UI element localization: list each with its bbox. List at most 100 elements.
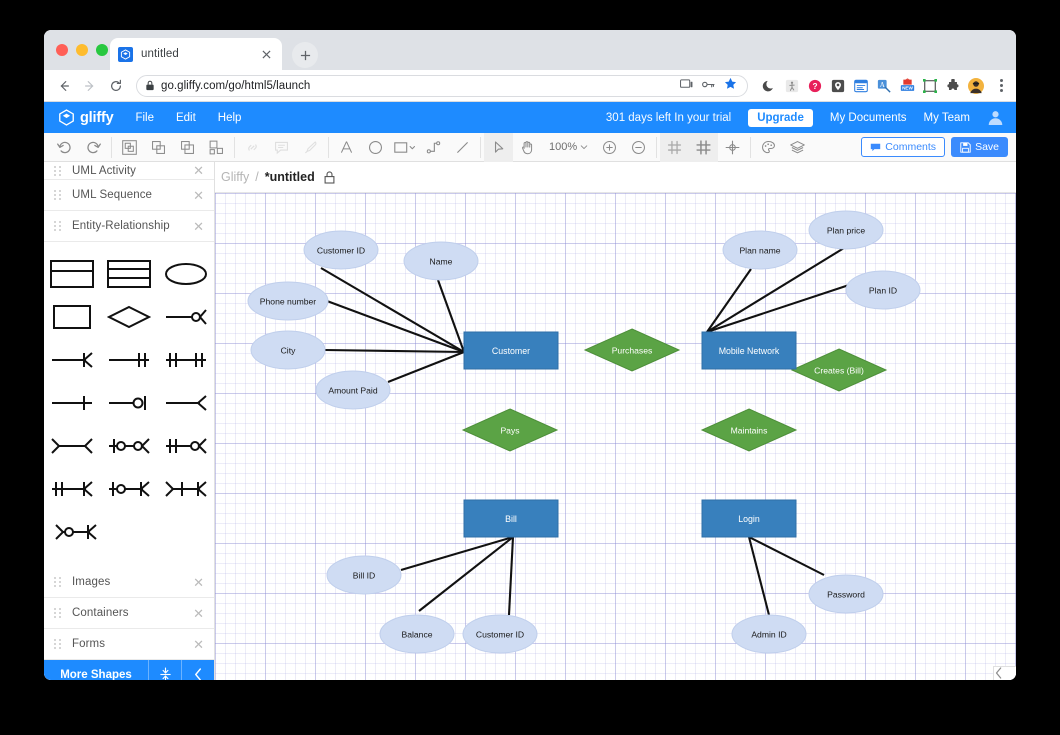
zoom-in-icon[interactable] bbox=[595, 133, 624, 162]
relationship-node[interactable]: Purchases bbox=[583, 328, 681, 372]
my-documents-link[interactable]: My Documents bbox=[830, 112, 907, 124]
reload-icon[interactable] bbox=[104, 74, 128, 98]
diagram-edge[interactable] bbox=[507, 536, 515, 616]
star-icon[interactable] bbox=[724, 77, 737, 95]
diagram-edge[interactable] bbox=[400, 535, 514, 572]
browser-tab[interactable]: untitled bbox=[110, 38, 282, 70]
drag-handle-icon[interactable] bbox=[54, 638, 63, 650]
er-entity-2row-icon[interactable] bbox=[48, 257, 96, 291]
hand-icon[interactable] bbox=[513, 133, 542, 162]
er-zero-many-icon[interactable] bbox=[162, 300, 210, 334]
profile-avatar-icon[interactable] bbox=[968, 77, 984, 94]
close-icon[interactable] bbox=[258, 46, 274, 62]
drag-handle-icon[interactable] bbox=[54, 576, 63, 588]
relationship-node[interactable]: Pays bbox=[461, 408, 559, 452]
canvas-collapse-button[interactable] bbox=[993, 666, 1016, 680]
shape-section-forms[interactable]: Forms ✕ bbox=[44, 629, 214, 660]
location-pin-icon[interactable] bbox=[830, 78, 846, 94]
diagram-edge[interactable] bbox=[437, 279, 465, 353]
er-entity-3row-icon[interactable] bbox=[105, 257, 153, 291]
entity-node[interactable]: Bill bbox=[463, 499, 559, 538]
undo-icon[interactable] bbox=[50, 133, 79, 162]
cast-icon[interactable] bbox=[680, 77, 693, 95]
ellipse-icon[interactable] bbox=[361, 133, 390, 162]
diagram-edge[interactable] bbox=[748, 536, 825, 576]
er-many-icon[interactable] bbox=[162, 386, 210, 420]
guides-icon[interactable] bbox=[718, 133, 747, 162]
shape-section-uml-sequence[interactable]: UML Sequence ✕ bbox=[44, 180, 214, 211]
close-icon[interactable]: ✕ bbox=[193, 189, 204, 202]
er-rectangle-icon[interactable] bbox=[48, 300, 96, 334]
snap-to-grid-icon[interactable] bbox=[660, 132, 690, 162]
er-one-icon[interactable] bbox=[48, 386, 96, 420]
attribute-node[interactable]: Name bbox=[403, 241, 479, 281]
screenshot-frame-icon[interactable] bbox=[922, 78, 938, 94]
upgrade-button[interactable]: Upgrade bbox=[748, 108, 813, 127]
relationship-node[interactable]: Maintains bbox=[700, 408, 798, 452]
close-window-button[interactable] bbox=[56, 44, 68, 56]
palette-icon[interactable] bbox=[754, 133, 783, 162]
entity-node[interactable]: Mobile Network bbox=[701, 331, 797, 370]
rectangle-dropdown-icon[interactable] bbox=[390, 133, 419, 162]
comments-button[interactable]: Comments bbox=[861, 137, 946, 157]
er-many-many-icon[interactable] bbox=[162, 343, 210, 377]
attribute-node[interactable]: Password bbox=[808, 574, 884, 614]
menu-edit[interactable]: Edit bbox=[176, 112, 196, 124]
pointer-icon[interactable] bbox=[484, 132, 513, 162]
kebab-menu-icon[interactable] bbox=[994, 79, 1008, 92]
diagram-edge[interactable] bbox=[387, 351, 465, 383]
drag-handle-icon[interactable] bbox=[54, 166, 63, 177]
shape-section-uml-activity[interactable]: UML Activity ✕ bbox=[44, 162, 214, 180]
diagram-edge[interactable] bbox=[747, 536, 771, 616]
layers-icon[interactable] bbox=[783, 133, 812, 162]
diagram-edge[interactable] bbox=[324, 348, 465, 354]
attribute-node[interactable]: Phone number bbox=[247, 281, 329, 321]
er-zero-one-icon[interactable] bbox=[105, 386, 153, 420]
attribute-node[interactable]: Plan name bbox=[722, 230, 798, 270]
align-icon[interactable] bbox=[202, 133, 231, 162]
lock-icon[interactable] bbox=[324, 170, 335, 184]
attribute-node[interactable]: Plan price bbox=[808, 210, 884, 250]
puzzle-piece-icon[interactable] bbox=[945, 78, 961, 94]
arrow-left-icon[interactable] bbox=[52, 74, 76, 98]
relationship-node[interactable]: Creates (Bill) bbox=[790, 348, 888, 392]
er-one-one-many-icon[interactable] bbox=[48, 472, 96, 506]
new-tab-button[interactable] bbox=[292, 42, 318, 68]
diagram-canvas[interactable]: Customer ID Name Phone number City Amount Pa… bbox=[215, 192, 1016, 680]
shape-section-entity-relationship[interactable]: Entity-Relationship ✕ bbox=[44, 211, 214, 242]
shape-section-containers[interactable]: Containers ✕ bbox=[44, 598, 214, 629]
text-icon[interactable] bbox=[332, 133, 361, 162]
minimize-window-button[interactable] bbox=[76, 44, 88, 56]
web-clipper-icon[interactable] bbox=[853, 78, 869, 94]
maximize-window-button[interactable] bbox=[96, 44, 108, 56]
attribute-node[interactable]: Plan ID bbox=[845, 270, 921, 310]
show-grid-icon[interactable] bbox=[689, 132, 719, 162]
close-icon[interactable]: ✕ bbox=[193, 220, 204, 233]
moon-icon[interactable] bbox=[761, 78, 777, 94]
gliffy-logo[interactable]: gliffy bbox=[58, 109, 114, 126]
er-diamond-icon[interactable] bbox=[105, 300, 153, 334]
diagram-edge[interactable] bbox=[418, 536, 514, 612]
drag-handle-icon[interactable] bbox=[54, 607, 63, 619]
diagram-edge[interactable] bbox=[320, 267, 465, 353]
person-walking-icon[interactable] bbox=[784, 78, 800, 94]
close-icon[interactable]: ✕ bbox=[193, 607, 204, 620]
drag-handle-icon[interactable] bbox=[54, 220, 63, 232]
close-icon[interactable]: ✕ bbox=[193, 638, 204, 651]
question-badge-icon[interactable]: ? bbox=[807, 78, 823, 94]
zoom-control[interactable]: 100% bbox=[542, 141, 595, 153]
diagram-edge[interactable] bbox=[706, 268, 752, 333]
close-icon[interactable]: ✕ bbox=[193, 576, 204, 589]
bring-forward-icon[interactable] bbox=[144, 133, 173, 162]
er-one-only-icon[interactable] bbox=[105, 343, 153, 377]
menu-help[interactable]: Help bbox=[218, 112, 242, 124]
my-team-link[interactable]: My Team bbox=[924, 112, 970, 124]
attribute-node[interactable]: Amount Paid bbox=[315, 370, 391, 410]
er-zero-many-pair-icon[interactable] bbox=[105, 429, 153, 463]
key-icon[interactable] bbox=[702, 77, 715, 95]
document-title[interactable]: *untitled bbox=[265, 170, 315, 184]
user-avatar-icon[interactable] bbox=[987, 109, 1004, 126]
translate-icon[interactable]: A bbox=[876, 78, 892, 94]
elbow-connector-icon[interactable] bbox=[419, 133, 448, 162]
er-ellipse-icon[interactable] bbox=[162, 257, 210, 291]
